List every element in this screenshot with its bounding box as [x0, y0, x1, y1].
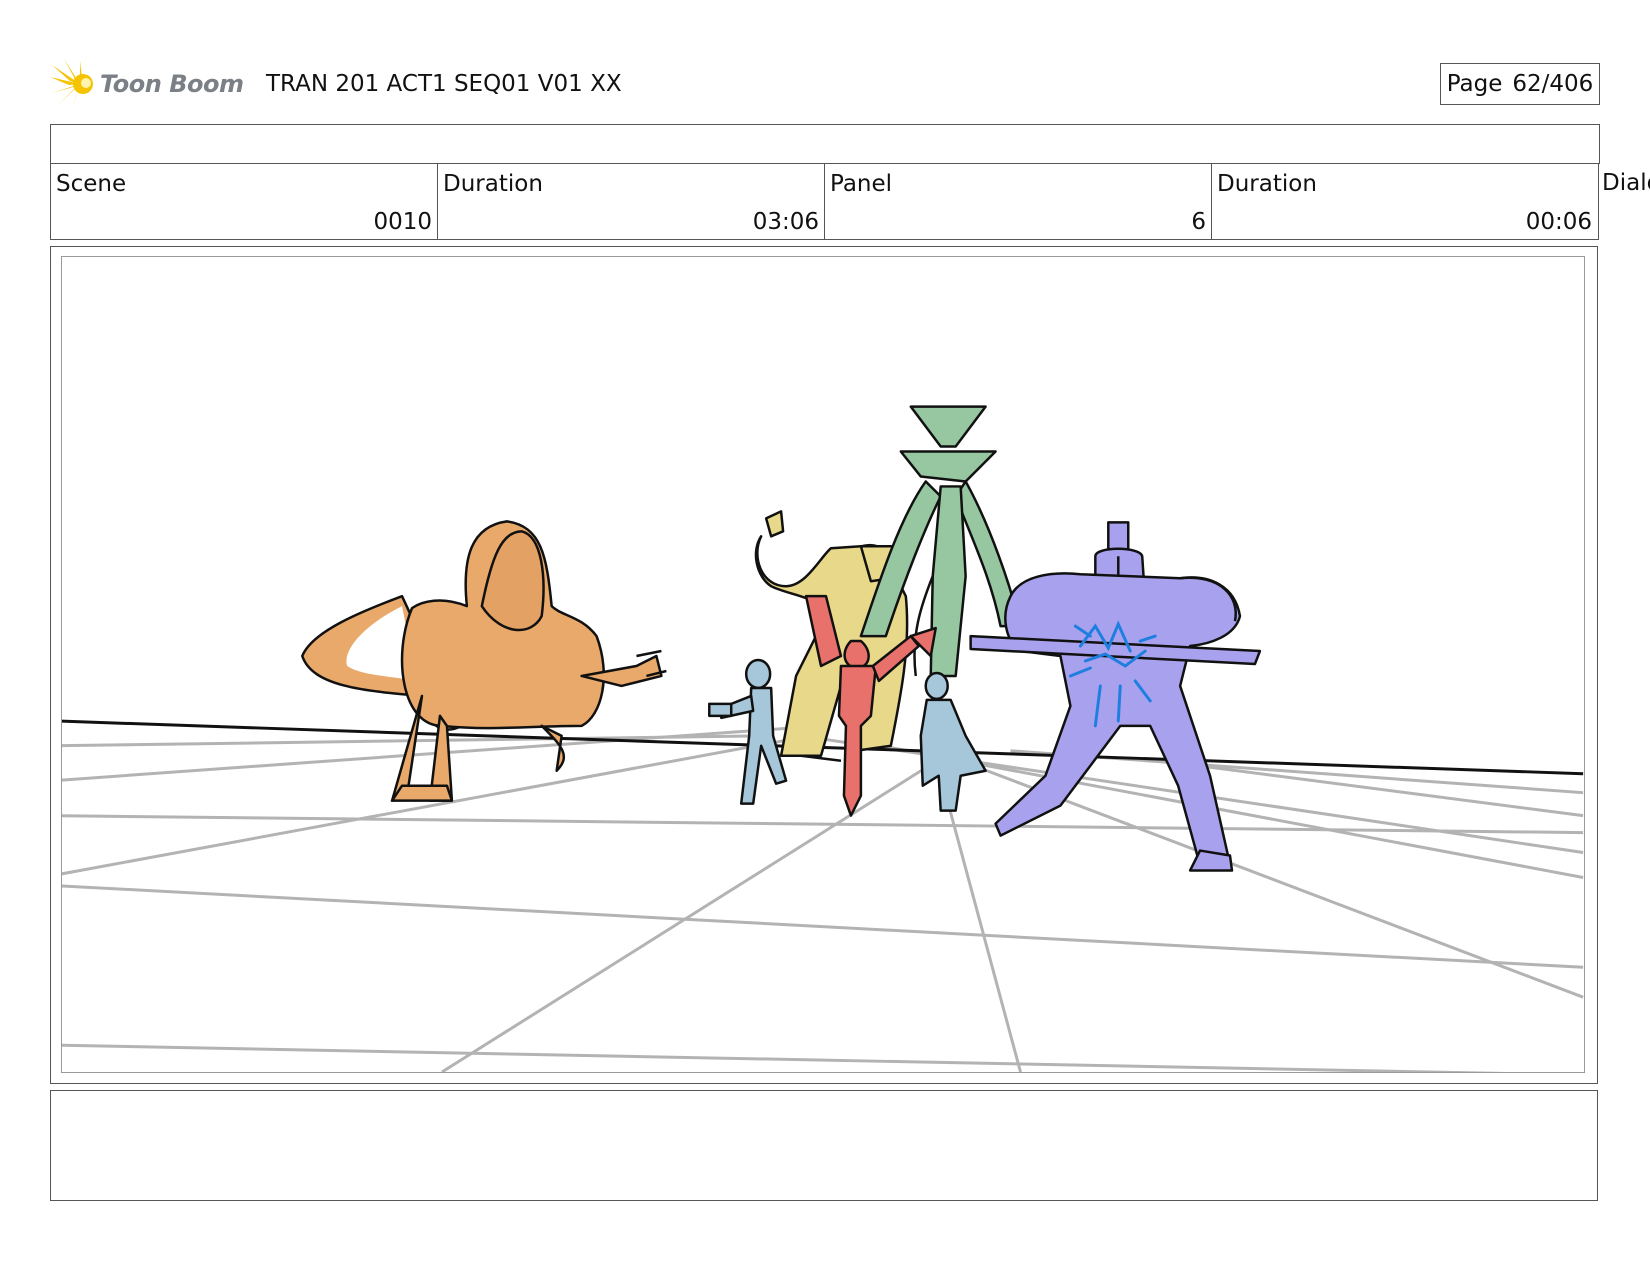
scene-value: 0010 [373, 209, 432, 235]
panel-frame [61, 256, 1585, 1073]
logo: Toon Boom [50, 59, 250, 109]
dialog-label: Dialo [1602, 170, 1650, 196]
page-number: 62/406 [1512, 71, 1594, 97]
storyboard-panel [50, 246, 1598, 1084]
sunburst-logo-icon [50, 59, 93, 109]
document-title: TRAN 201 ACT1 SEQ01 V01 XX [266, 71, 622, 97]
panel-label: Panel [830, 171, 893, 197]
panel-value: 6 [1191, 209, 1206, 235]
panel-cell: Panel 6 [824, 163, 1212, 240]
logo-text: Toon Boom [100, 70, 244, 98]
title-bar [50, 124, 1600, 164]
scene-label: Scene [56, 171, 127, 197]
scene-cell: Scene 0010 [50, 163, 438, 240]
info-row: Scene 0010 Duration 03:06 Panel 6 Durati… [50, 163, 1650, 241]
panel-duration-label: Duration [1217, 171, 1317, 197]
panel-drawing [62, 405, 1584, 1072]
panel-duration-value: 00:06 [1525, 209, 1592, 235]
floor-grid [62, 724, 1584, 1072]
green-mantis [859, 405, 1022, 678]
scene-duration-label: Duration [443, 171, 543, 197]
panel-duration-cell: Duration 00:06 [1211, 163, 1599, 240]
page-header: Toon Boom TRAN 201 ACT1 SEQ01 V01 XX Pag… [50, 55, 1600, 110]
blue-caped-figure [919, 671, 987, 812]
notes-box [50, 1090, 1598, 1201]
page-indicator: Page 62/406 [1440, 63, 1600, 105]
scene-duration-value: 03:06 [752, 209, 819, 235]
scene-duration-cell: Duration 03:06 [437, 163, 825, 240]
page-label: Page [1446, 71, 1503, 97]
